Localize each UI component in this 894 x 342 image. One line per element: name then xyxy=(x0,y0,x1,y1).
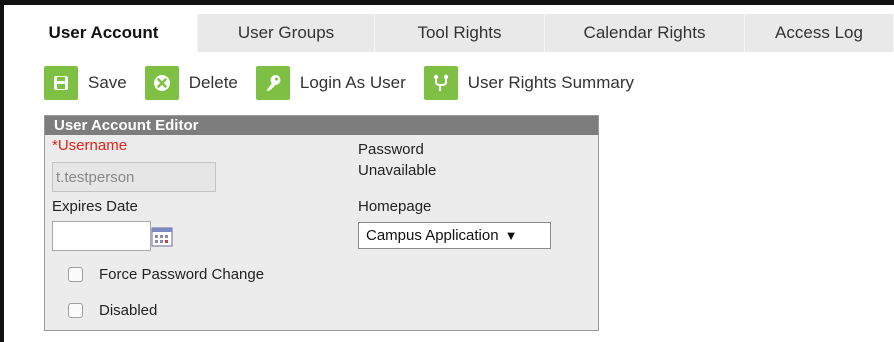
user-rights-summary-button[interactable]: User Rights Summary xyxy=(423,66,634,100)
homepage-label: Homepage xyxy=(358,198,432,215)
homepage-selected-value: Campus Application xyxy=(366,227,499,244)
window-left-border xyxy=(0,0,4,342)
calendar-icon[interactable] xyxy=(151,227,173,247)
tab-user-groups[interactable]: User Groups xyxy=(198,14,375,52)
tab-tool-rights[interactable]: Tool Rights xyxy=(375,14,545,52)
expires-date-label: Expires Date xyxy=(52,198,138,215)
password-value: Unavailable xyxy=(358,162,437,179)
expires-date-field[interactable] xyxy=(52,221,151,251)
username-label: Username xyxy=(57,137,128,154)
tab-calendar-rights[interactable]: Calendar Rights xyxy=(545,14,745,52)
key-icon xyxy=(255,66,290,100)
dropdown-arrow-icon: ▼ xyxy=(504,228,518,243)
force-password-change-checkbox[interactable] xyxy=(68,267,83,282)
login-as-user-button[interactable]: Login As User xyxy=(255,66,406,100)
delete-label: Delete xyxy=(188,73,238,92)
force-password-change-label: Force Password Change xyxy=(99,266,265,283)
tab-access-log[interactable]: Access Log xyxy=(745,14,894,52)
tab-user-account[interactable]: User Account xyxy=(10,14,198,52)
editor-title: User Account Editor xyxy=(45,116,598,135)
save-button[interactable]: Save xyxy=(44,66,127,100)
username-label-group: *Username xyxy=(52,137,127,154)
save-label: Save xyxy=(88,73,127,92)
delete-button[interactable]: Delete xyxy=(144,66,238,100)
user-rights-summary-label: User Rights Summary xyxy=(467,73,634,92)
window-top-border xyxy=(0,0,894,5)
username-field xyxy=(52,162,216,192)
delete-icon xyxy=(144,66,179,100)
branch-icon xyxy=(423,66,458,100)
disabled-checkbox[interactable] xyxy=(68,303,83,318)
disabled-label: Disabled xyxy=(99,302,158,319)
password-label: Password xyxy=(358,141,424,158)
login-as-user-label: Login As User xyxy=(299,73,406,92)
homepage-select[interactable]: Campus Application ▼ xyxy=(358,222,551,249)
save-icon xyxy=(44,66,78,100)
toolbar: Save Delete Login As User User Rights Su… xyxy=(44,66,652,100)
tab-bar: User Account User Groups Tool Rights Cal… xyxy=(10,14,894,52)
user-account-editor: User Account Editor *Username Password U… xyxy=(44,115,599,331)
